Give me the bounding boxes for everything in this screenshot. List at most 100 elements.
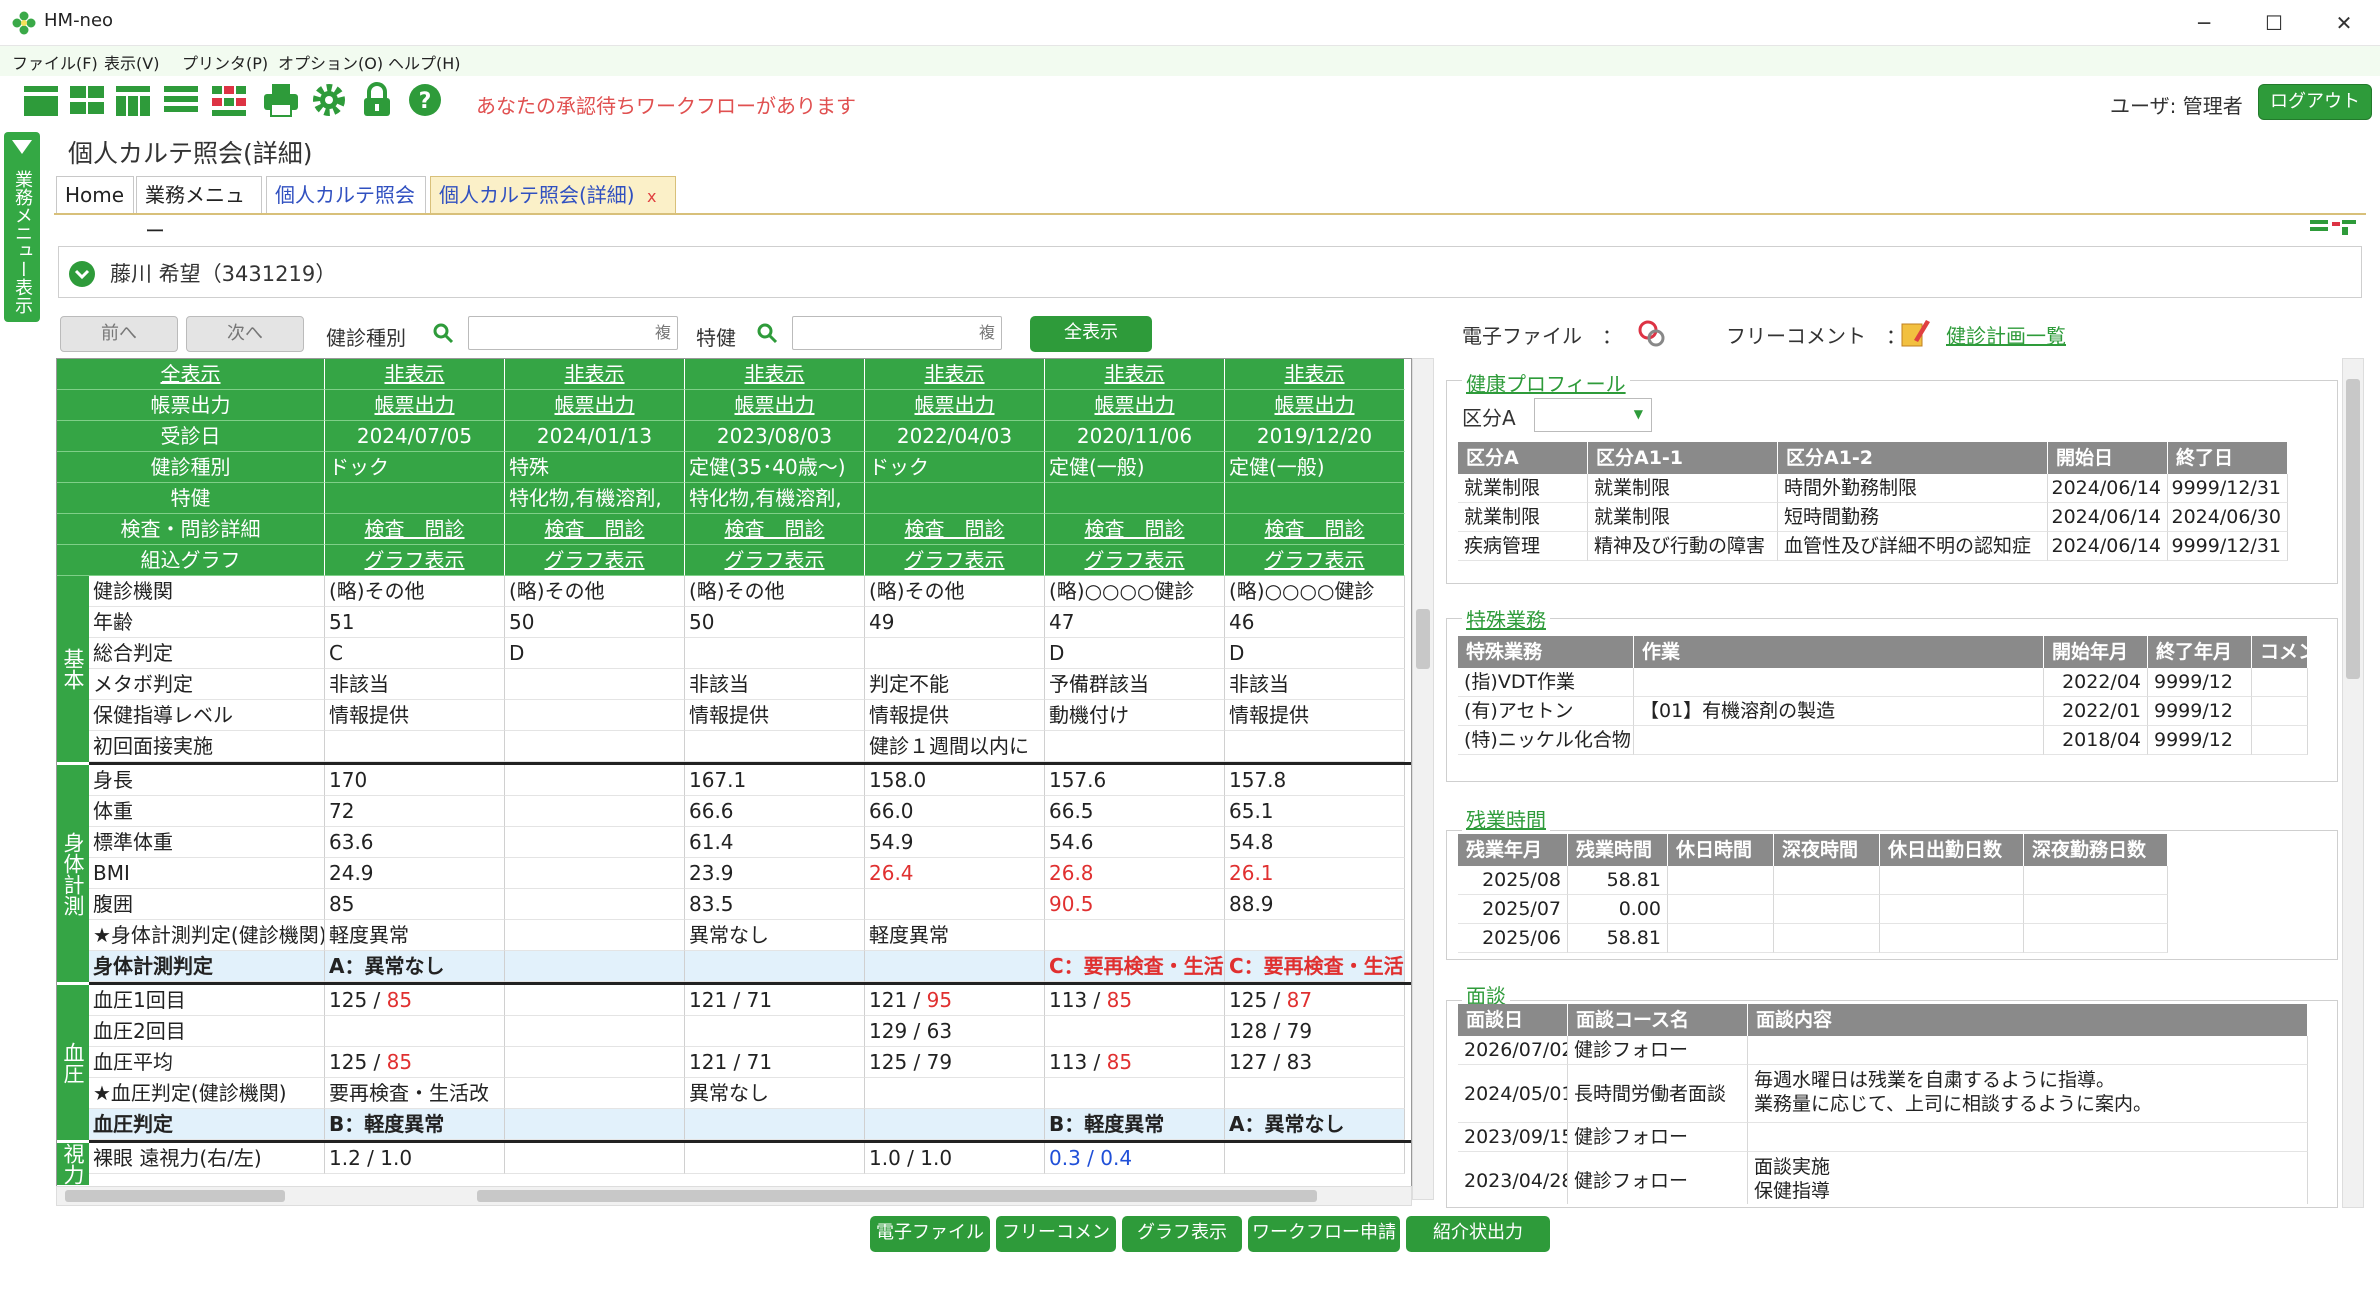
- close-window-button[interactable]: ✕: [2316, 6, 2372, 40]
- table-row[interactable]: 2023/04/28 健診フォロー 面談実施 保健指導: [1458, 1152, 2308, 1204]
- pencil-note-icon[interactable]: [1900, 316, 1932, 350]
- attachment-icon[interactable]: [1636, 318, 1668, 350]
- table-header[interactable]: コメント: [2252, 636, 2308, 668]
- grid-header-cell[interactable]: 非表示: [685, 359, 865, 390]
- grid-header-cell[interactable]: 帳票出力: [1225, 390, 1405, 421]
- layout-rows-icon[interactable]: [162, 80, 200, 120]
- table-row[interactable]: 2023/09/15 健診フォロー: [1458, 1123, 2308, 1152]
- grid-header-cell[interactable]: グラフ表示: [1225, 545, 1405, 576]
- grid-header-cell[interactable]: 検査 問診: [685, 514, 865, 545]
- table-row[interactable]: (有)アセトン 【01】有機溶剤の製造 2022/01 9999/12: [1458, 697, 2308, 726]
- show-all-button[interactable]: 全表示: [1030, 316, 1152, 352]
- table-row[interactable]: (指)VDT作業 2022/04 9999/12: [1458, 668, 2308, 697]
- grid-header-cell[interactable]: 非表示: [505, 359, 685, 390]
- free-comment-button[interactable]: フリーコメント: [996, 1216, 1116, 1277]
- grid-header-cell[interactable]: 検査 問診: [865, 514, 1045, 545]
- grid-header-cell[interactable]: 非表示: [325, 359, 505, 390]
- grid-scroll-thumb[interactable]: [1416, 609, 1430, 669]
- table-row[interactable]: 2024/05/01 長時間労働者面談 毎週水曜日は残業を自粛するように指導。 業務…: [1458, 1065, 2308, 1123]
- grid-header-cell[interactable]: 検査 問診: [505, 514, 685, 545]
- table-row[interactable]: 就業制限 就業制限 短時間勤務 2024/06/14 2024/06/30: [1458, 503, 2308, 532]
- grid-header-cell[interactable]: 帳票出力: [325, 390, 505, 421]
- workflow-message[interactable]: あなたの承認待ちワークフローがあります: [476, 90, 856, 119]
- table-header[interactable]: 残業時間: [1568, 834, 1668, 866]
- grid-data-scroll-thumb[interactable]: [477, 1190, 1317, 1202]
- profile-title[interactable]: 健康プロフィール: [1462, 368, 1630, 397]
- special-title[interactable]: 特殊業務: [1462, 604, 1550, 633]
- grid-label-scroll-thumb[interactable]: [65, 1190, 285, 1202]
- table-header[interactable]: 深夜勤務日数: [2024, 834, 2168, 866]
- minimize-button[interactable]: ─: [2176, 6, 2232, 40]
- lock-icon[interactable]: [358, 80, 396, 120]
- table-row[interactable]: (特)ニッケル化合物 2018/04 9999/12: [1458, 726, 2308, 755]
- kenshin-plan-link[interactable]: 健診計画一覧: [1946, 320, 2066, 349]
- table-header[interactable]: 休日時間: [1668, 834, 1774, 866]
- menu-options[interactable]: オプション(O): [278, 50, 383, 74]
- tokken-input[interactable]: 複: [792, 316, 1002, 350]
- grid-header-cell[interactable]: グラフ表示: [325, 545, 505, 576]
- table-header[interactable]: 休日出勤日数: [1880, 834, 2024, 866]
- kubun-a-select[interactable]: ▼: [1534, 398, 1652, 432]
- layout-toggle-icon[interactable]: [2310, 218, 2356, 236]
- table-row[interactable]: 2025/06 58.81: [1458, 924, 2308, 953]
- grid-header-cell[interactable]: グラフ表示: [1045, 545, 1225, 576]
- tab-close-icon[interactable]: x: [647, 187, 656, 206]
- table-header[interactable]: 特殊業務: [1458, 636, 1634, 668]
- next-button[interactable]: 次へ: [186, 316, 304, 352]
- table-header[interactable]: 深夜時間: [1774, 834, 1880, 866]
- graph-button[interactable]: グラフ表示: [1122, 1216, 1242, 1252]
- help-icon[interactable]: ?: [406, 80, 444, 120]
- printer-icon[interactable]: [262, 80, 300, 120]
- menu-printer[interactable]: プリンタ(P): [182, 50, 268, 74]
- layout-grid-icon[interactable]: [210, 80, 248, 120]
- table-row[interactable]: 2025/08 58.81: [1458, 866, 2308, 895]
- tab-home[interactable]: Home: [56, 176, 134, 214]
- grid-header-cell[interactable]: グラフ表示: [685, 545, 865, 576]
- table-header[interactable]: 終了年月: [2148, 636, 2252, 668]
- tab-business-menu[interactable]: 業務メニュー: [136, 176, 262, 243]
- prev-button[interactable]: 前へ: [60, 316, 178, 352]
- efile-button[interactable]: 電子ファイル: [870, 1216, 990, 1252]
- layout-columns-icon[interactable]: [114, 80, 152, 120]
- table-header[interactable]: 区分A1-1: [1588, 442, 1778, 474]
- grid-vertical-scrollbar[interactable]: [1412, 358, 1434, 1200]
- tab-karte-search[interactable]: 個人カルテ照会: [266, 176, 426, 214]
- right-scroll-thumb[interactable]: [2346, 379, 2360, 679]
- table-header[interactable]: 面談内容: [1748, 1004, 2308, 1036]
- table-header[interactable]: 開始年月: [2044, 636, 2148, 668]
- kenshin-type-input[interactable]: 複: [468, 316, 678, 350]
- grid-header-cell[interactable]: 帳票出力: [685, 390, 865, 421]
- search-icon[interactable]: [756, 322, 778, 344]
- grid-header-cell[interactable]: 非表示: [1225, 359, 1405, 390]
- referral-letter-button[interactable]: 紹介状出力: [1406, 1216, 1550, 1252]
- tab-karte-detail[interactable]: 個人カルテ照会(詳細) x: [430, 176, 676, 214]
- table-row[interactable]: 2025/07 0.00: [1458, 895, 2308, 924]
- collapse-chevron-icon[interactable]: [68, 260, 96, 288]
- table-row[interactable]: 就業制限 就業制限 時間外勤務制限 2024/06/14 9999/12/31: [1458, 474, 2308, 503]
- overtime-title[interactable]: 残業時間: [1462, 804, 1550, 833]
- table-header[interactable]: 終了日: [2168, 442, 2288, 474]
- table-header[interactable]: 開始日: [2048, 442, 2168, 474]
- table-header[interactable]: 区分A1-2: [1778, 442, 2048, 474]
- layout-split-icon[interactable]: [68, 80, 106, 120]
- menu-view[interactable]: 表示(V): [104, 50, 159, 74]
- maximize-button[interactable]: ☐: [2246, 6, 2302, 40]
- grid-header-cell[interactable]: 非表示: [1045, 359, 1225, 390]
- search-icon[interactable]: [432, 322, 454, 344]
- table-header[interactable]: 残業年月: [1458, 834, 1568, 866]
- grid-header-cell[interactable]: 帳票出力: [865, 390, 1045, 421]
- menu-file[interactable]: ファイル(F): [12, 50, 98, 74]
- table-header[interactable]: 作業: [1634, 636, 2044, 668]
- grid-header-cell[interactable]: 非表示: [865, 359, 1045, 390]
- grid-header-label[interactable]: 全表示: [57, 359, 325, 390]
- right-vertical-scrollbar[interactable]: [2342, 358, 2364, 1208]
- grid-horizontal-scrollbar[interactable]: [56, 1186, 1412, 1206]
- grid-header-cell[interactable]: 検査 問診: [1225, 514, 1405, 545]
- grid-header-cell[interactable]: グラフ表示: [865, 545, 1045, 576]
- grid-header-cell[interactable]: 検査 問診: [1045, 514, 1225, 545]
- table-header[interactable]: 面談コース名: [1568, 1004, 1748, 1036]
- workflow-request-button[interactable]: ワークフロー申請: [1248, 1216, 1400, 1252]
- layout-single-icon[interactable]: [22, 80, 60, 120]
- table-row[interactable]: 2026/07/02 健診フォロー: [1458, 1036, 2308, 1065]
- table-header[interactable]: 区分A: [1458, 442, 1588, 474]
